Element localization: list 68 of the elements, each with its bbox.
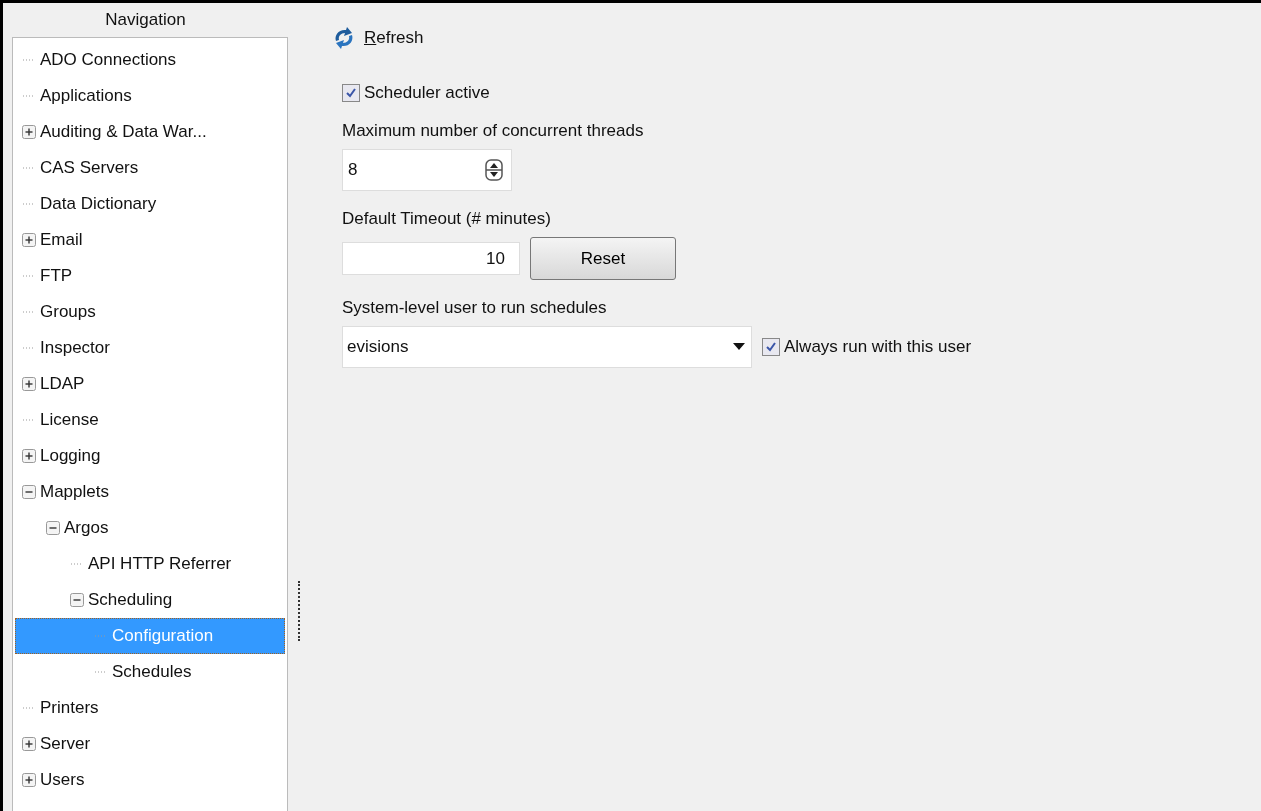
tree-label: Schedules [112,662,192,682]
tree-label: Scheduling [88,590,173,610]
timeout-field[interactable]: 10 [342,242,520,275]
tree-item[interactable]: Schedules [15,654,285,690]
tree-item[interactable]: Scheduling [15,582,285,618]
tree-item[interactable]: CAS Servers [15,150,285,186]
tree-label: Printers [40,698,99,718]
collapse-icon[interactable] [70,593,84,607]
checkbox[interactable] [762,338,780,356]
checkbox[interactable] [342,84,360,102]
tree-label: API HTTP Referrer [88,554,232,574]
expand-icon[interactable] [22,233,36,247]
tree-label: Configuration [112,626,214,646]
tree-item[interactable]: Argos [15,510,285,546]
expand-icon[interactable] [22,377,36,391]
always-run-checkbox[interactable]: Always run with this user [762,337,972,357]
check-icon [345,87,357,99]
tree-label: Mapplets [40,482,109,502]
tree-item[interactable]: Groups [15,294,285,330]
tree-label: Users [40,770,85,790]
tree-item[interactable]: Applications [15,78,285,114]
tree-item[interactable]: ADO Connections [15,42,285,78]
panel-title: Navigation [104,9,187,31]
tree-label: License [40,410,99,430]
tree-label: Auditing & Data War... [40,122,207,142]
expand-icon[interactable] [22,737,36,751]
expand-icon[interactable] [22,125,36,139]
tree-item[interactable]: Printers [15,690,285,726]
check-icon [765,341,777,353]
collapse-icon[interactable] [46,521,60,535]
tree-item[interactable]: Data Dictionary [15,186,285,222]
spin-arrows-icon[interactable] [485,159,503,181]
tree-item[interactable]: Server [15,726,285,762]
scheduler-active-checkbox[interactable]: Scheduler active [342,83,490,103]
tree-label: Applications [40,86,132,106]
dropdown-caret-icon [733,343,745,351]
tree-label: Argos [64,518,109,538]
tree-label: Groups [40,302,96,322]
field-label: Maximum number of concurrent threads [342,121,644,141]
tree-item[interactable]: Mapplets [15,474,285,510]
field-label: Default Timeout (# minutes) [342,209,551,229]
tree-item[interactable]: FTP [15,258,285,294]
tree-item[interactable]: API HTTP Referrer [15,546,285,582]
user-dropdown[interactable]: evisions [342,326,752,368]
tree-item[interactable]: LDAP [15,366,285,402]
field-label: System-level user to run schedules [342,298,607,318]
expand-icon[interactable] [22,773,36,787]
tree-item[interactable]: Users [15,762,285,798]
refresh-button[interactable]: Refresh [332,27,424,49]
tree-item[interactable]: Auditing & Data War... [15,114,285,150]
splitter-handle[interactable] [298,581,302,641]
tree-item[interactable]: Inspector [15,330,285,366]
tree-label: ADO Connections [40,50,177,70]
tree-label: Server [40,734,91,754]
tree-label: FTP [40,266,73,286]
threads-spin-field[interactable]: 8 [342,149,512,191]
reset-button[interactable]: Reset [530,237,676,280]
tree-label: Email [40,230,83,250]
collapse-icon[interactable] [22,485,36,499]
tree-label: LDAP [40,374,85,394]
tree-label: Logging [40,446,101,466]
tree-item[interactable]: Logging [15,438,285,474]
expand-icon[interactable] [22,449,36,463]
tree-label: Inspector [40,338,110,358]
tree-item[interactable]: Email [15,222,285,258]
tree-item[interactable]: License [15,402,285,438]
tree-label: CAS Servers [40,158,139,178]
tree-label: Data Dictionary [40,194,157,214]
